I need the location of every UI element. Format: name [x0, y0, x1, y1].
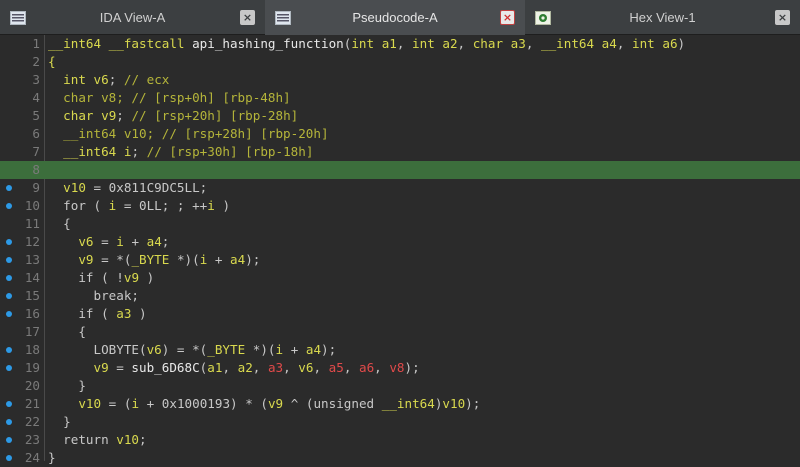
code-line[interactable]: 18 LOBYTE(v6) = *(_BYTE *)(i + a4);: [0, 341, 800, 359]
close-icon[interactable]: ×: [500, 10, 515, 25]
ida-view-icon: [10, 10, 26, 25]
code-text[interactable]: if ( !v9 ): [48, 269, 154, 287]
code-text[interactable]: __int64 __fastcall api_hashing_function(…: [48, 35, 685, 53]
tab-label: IDA View-A: [99, 10, 166, 25]
code-text[interactable]: __int64 i; // [rsp+30h] [rbp-18h]: [48, 143, 313, 161]
code-line[interactable]: 3 int v6; // ecx: [0, 71, 800, 89]
tab-ida-view[interactable]: IDA View-A ×: [0, 0, 265, 35]
line-number: 4: [32, 90, 40, 105]
code-line[interactable]: 1 __int64 __fastcall api_hashing_function…: [0, 35, 800, 53]
breakpoint-dot-icon[interactable]: [6, 293, 12, 299]
code-text[interactable]: v9 = sub_6D68C(a1, a2, a3, v6, a5, a6, v…: [48, 359, 420, 377]
breakpoint-dot-icon[interactable]: [6, 239, 12, 245]
line-number: 6: [32, 126, 40, 141]
code-line[interactable]: 19 v9 = sub_6D68C(a1, a2, a3, v6, a5, a6…: [0, 359, 800, 377]
line-number: 8: [32, 162, 40, 177]
hex-view-icon: [535, 10, 551, 25]
line-number: 24: [24, 450, 40, 465]
line-number: 1: [32, 36, 40, 51]
code-line[interactable]: 5 char v9; // [rsp+20h] [rbp-28h]: [0, 107, 800, 125]
code-line[interactable]: 15 break;: [0, 287, 800, 305]
code-line[interactable]: 17 {: [0, 323, 800, 341]
close-icon[interactable]: ×: [775, 10, 790, 25]
line-number: 9: [32, 180, 40, 195]
code-text[interactable]: {: [48, 215, 71, 233]
code-line[interactable]: 11 {: [0, 215, 800, 233]
breakpoint-dot-icon[interactable]: [6, 365, 12, 371]
pseudocode-icon: [275, 10, 291, 25]
code-line[interactable]: 24}: [0, 449, 800, 467]
line-number: 2: [32, 54, 40, 69]
tab-bar: IDA View-A × Pseudocode-A × Hex View-1 ×: [0, 0, 800, 35]
code-line[interactable]: 10 for ( i = 0LL; ; ++i ): [0, 197, 800, 215]
breakpoint-dot-icon[interactable]: [6, 203, 12, 209]
tab-hex-view[interactable]: Hex View-1 ×: [525, 0, 800, 35]
code-text[interactable]: LOBYTE(v6) = *(_BYTE *)(i + a4);: [48, 341, 337, 359]
tab-label: Hex View-1: [629, 10, 696, 25]
code-lines: 1 __int64 __fastcall api_hashing_function…: [0, 35, 800, 467]
code-line[interactable]: 12 v6 = i + a4;: [0, 233, 800, 251]
code-text[interactable]: v10 = 0x811C9DC5LL;: [48, 179, 207, 197]
code-text[interactable]: }: [48, 449, 56, 467]
code-text[interactable]: {: [48, 323, 86, 341]
close-icon[interactable]: ×: [240, 10, 255, 25]
code-text[interactable]: v6 = i + a4;: [48, 233, 169, 251]
line-number: 23: [24, 432, 40, 447]
line-number: 14: [24, 270, 40, 285]
line-number: 5: [32, 108, 40, 123]
code-text[interactable]: {: [48, 53, 56, 71]
code-line[interactable]: 6 __int64 v10; // [rsp+28h] [rbp-20h]: [0, 125, 800, 143]
code-line[interactable]: 22 }: [0, 413, 800, 431]
line-number: 7: [32, 144, 40, 159]
code-line[interactable]: 7 __int64 i; // [rsp+30h] [rbp-18h]: [0, 143, 800, 161]
code-line[interactable]: 14 if ( !v9 ): [0, 269, 800, 287]
code-text[interactable]: char v9; // [rsp+20h] [rbp-28h]: [48, 107, 298, 125]
line-number: 13: [24, 252, 40, 267]
breakpoint-dot-icon[interactable]: [6, 257, 12, 263]
tab-label: Pseudocode-A: [352, 10, 438, 25]
code-line[interactable]: 20 }: [0, 377, 800, 395]
code-text[interactable]: int v6; // ecx: [48, 71, 169, 89]
breakpoint-dot-icon[interactable]: [6, 419, 12, 425]
code-line[interactable]: 8: [0, 161, 800, 179]
breakpoint-dot-icon[interactable]: [6, 275, 12, 281]
line-number: 3: [32, 72, 40, 87]
code-text[interactable]: char v8; // [rsp+0h] [rbp-48h]: [48, 89, 290, 107]
line-number: 19: [24, 360, 40, 375]
code-line[interactable]: 21 v10 = (i + 0x1000193) * (v9 ^ (unsign…: [0, 395, 800, 413]
line-number: 12: [24, 234, 40, 249]
line-number: 20: [24, 378, 40, 393]
tab-pseudocode[interactable]: Pseudocode-A ×: [265, 0, 525, 35]
code-text[interactable]: v9 = *(_BYTE *)(i + a4);: [48, 251, 260, 269]
code-text[interactable]: break;: [48, 287, 140, 305]
code-line[interactable]: 2{: [0, 53, 800, 71]
code-line[interactable]: 4 char v8; // [rsp+0h] [rbp-48h]: [0, 89, 800, 107]
line-number: 10: [24, 198, 40, 213]
code-text[interactable]: for ( i = 0LL; ; ++i ): [48, 197, 230, 215]
line-number: 21: [24, 396, 40, 411]
breakpoint-dot-icon[interactable]: [6, 347, 12, 353]
code-line[interactable]: 9 v10 = 0x811C9DC5LL;: [0, 179, 800, 197]
line-number: 18: [24, 342, 40, 357]
code-line[interactable]: 23 return v10;: [0, 431, 800, 449]
line-number: 16: [24, 306, 40, 321]
code-text[interactable]: }: [48, 377, 86, 395]
code-text[interactable]: __int64 v10; // [rsp+28h] [rbp-20h]: [48, 125, 328, 143]
line-number: 17: [24, 324, 40, 339]
code-text[interactable]: }: [48, 413, 71, 431]
line-number: 22: [24, 414, 40, 429]
code-line[interactable]: 16 if ( a3 ): [0, 305, 800, 323]
breakpoint-dot-icon[interactable]: [6, 455, 12, 461]
code-line[interactable]: 13 v9 = *(_BYTE *)(i + a4);: [0, 251, 800, 269]
pseudocode-editor[interactable]: 1 __int64 __fastcall api_hashing_function…: [0, 35, 800, 465]
breakpoint-dot-icon[interactable]: [6, 401, 12, 407]
code-text[interactable]: return v10;: [48, 431, 146, 449]
breakpoint-dot-icon[interactable]: [6, 311, 12, 317]
code-text[interactable]: if ( a3 ): [48, 305, 146, 323]
breakpoint-dot-icon[interactable]: [6, 437, 12, 443]
code-text[interactable]: v10 = (i + 0x1000193) * (v9 ^ (unsigned …: [48, 395, 480, 413]
breakpoint-dot-icon[interactable]: [6, 185, 12, 191]
line-number: 15: [24, 288, 40, 303]
line-number: 11: [24, 216, 40, 231]
